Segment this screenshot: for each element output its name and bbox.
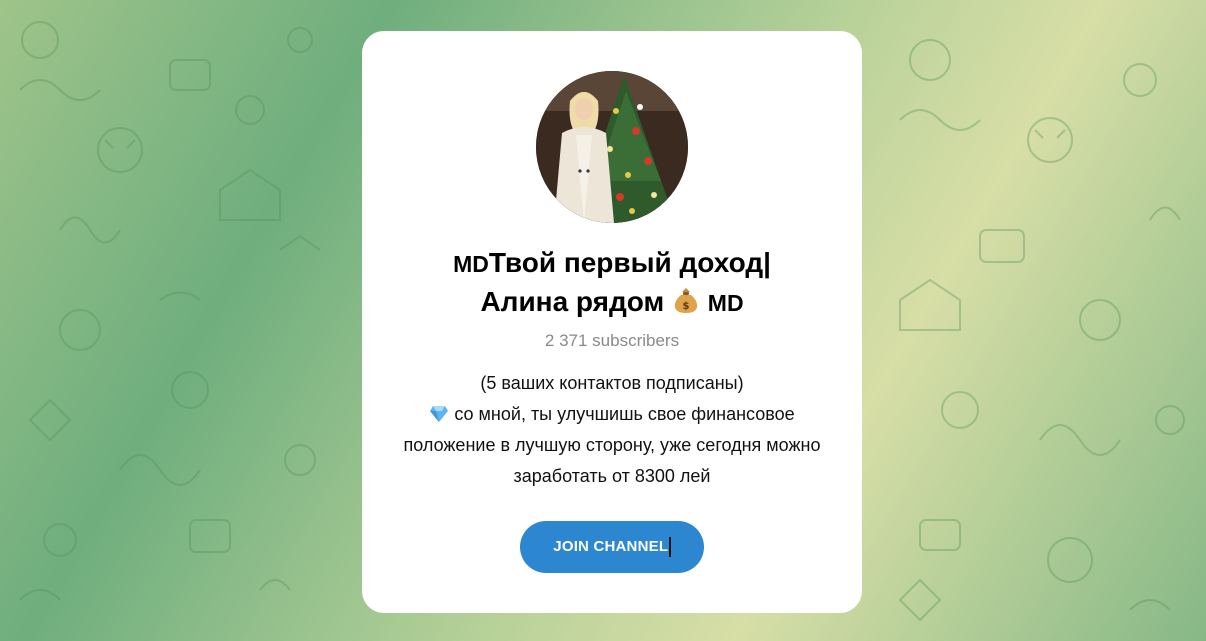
- title-line1: Твой первый доход|: [488, 247, 771, 278]
- description-line1: (5 ваших контактов подписаны): [480, 373, 744, 393]
- channel-avatar: [536, 71, 688, 223]
- gem-icon: [430, 406, 449, 422]
- description-line2: со мной, ты улучшишь свое финансовое пол…: [403, 404, 821, 486]
- title-prefix: MD: [453, 251, 489, 277]
- channel-title: MDТвой первый доход| Алина рядом $ MD: [382, 244, 842, 322]
- text-cursor: [669, 537, 671, 558]
- svg-text:$: $: [683, 301, 690, 312]
- title-line2: Алина рядом: [480, 286, 665, 317]
- join-channel-label: JOIN CHANNEL: [553, 538, 669, 555]
- title-suffix: MD: [707, 290, 744, 316]
- channel-description: (5 ваших контактов подписаны) со мной, т…: [392, 368, 832, 492]
- join-channel-button[interactable]: JOIN CHANNEL: [520, 521, 704, 573]
- channel-card: MDТвой первый доход| Алина рядом $ MD 2 …: [362, 31, 862, 613]
- subscribers-count: 2 371 subscribers: [544, 331, 680, 350]
- money-bag-icon: $: [674, 288, 698, 313]
